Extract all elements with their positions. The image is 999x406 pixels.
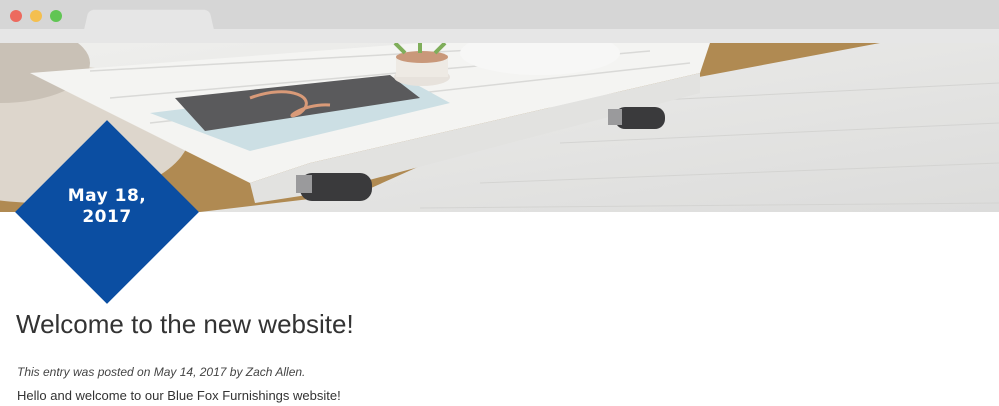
post-meta: This entry was posted on May 14, 2017 by…: [17, 365, 306, 379]
post-body: Hello and welcome to our Blue Fox Furnis…: [17, 388, 341, 403]
minimize-window-button[interactable]: [30, 10, 42, 22]
maximize-window-button[interactable]: [50, 10, 62, 22]
post-date: May 18, 2017: [67, 186, 147, 227]
browser-toolbar: [0, 29, 999, 44]
browser-chrome: [0, 0, 999, 44]
close-window-button[interactable]: [10, 10, 22, 22]
post-title[interactable]: Welcome to the new website!: [16, 309, 354, 340]
browser-tab[interactable]: [84, 9, 214, 30]
